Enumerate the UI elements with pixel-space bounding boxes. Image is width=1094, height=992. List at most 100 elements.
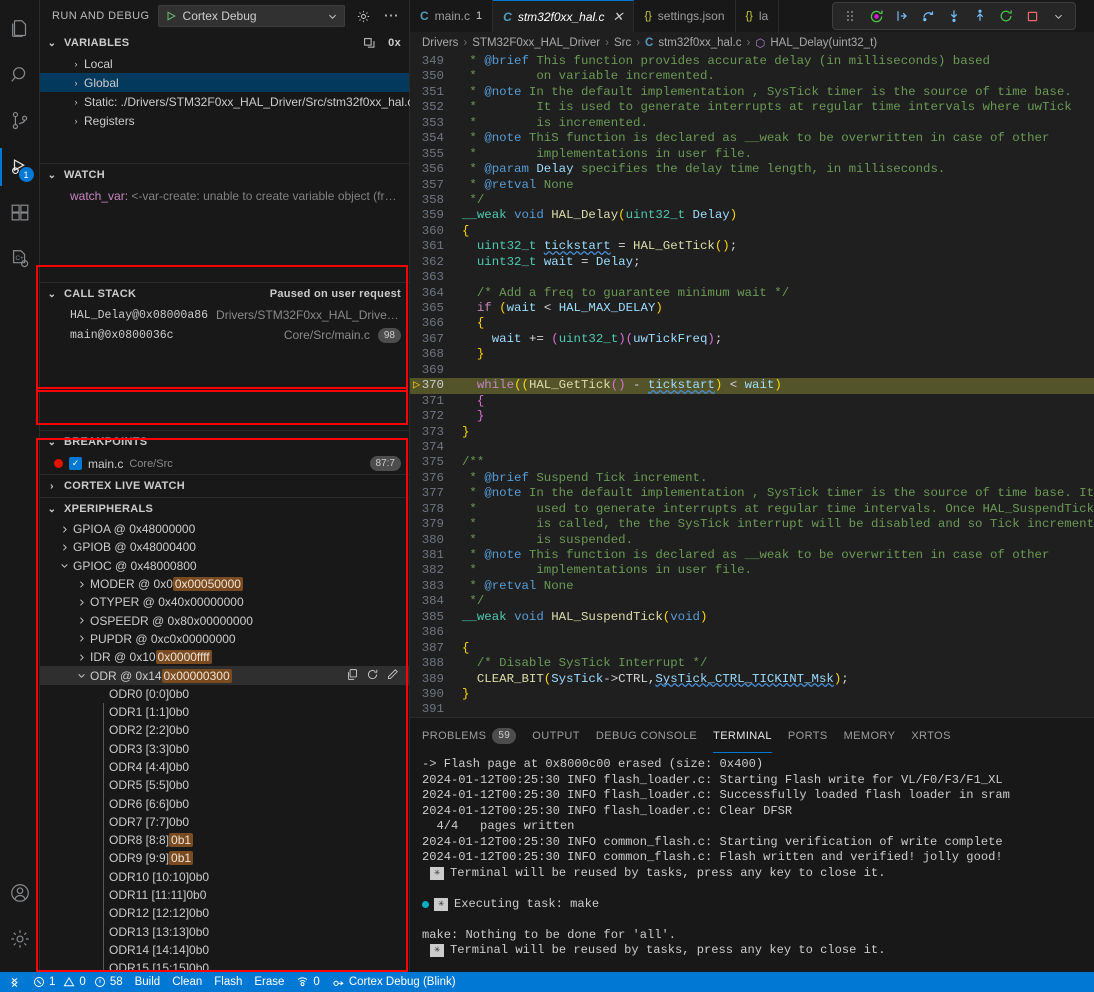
code-line[interactable]: 356 * @param Delay specifies the delay t… [410, 162, 1094, 177]
code-line[interactable]: 363 [410, 270, 1094, 285]
code-line[interactable]: 367 wait += (uint32_t)(uwTickFreq); [410, 332, 1094, 347]
code-editor[interactable]: 349 * @brief This function provides accu… [410, 54, 1094, 717]
status-task-clean[interactable]: Clean [166, 972, 208, 992]
code-line[interactable]: 391 [410, 702, 1094, 717]
code-line[interactable]: 355 * implementations in user file. [410, 147, 1094, 162]
panel-tab-debug-console[interactable]: DEBUG CONSOLE [596, 718, 697, 753]
variables-header[interactable]: ⌄ VARIABLES 0x [40, 32, 409, 54]
code-line[interactable]: 359 __weak void HAL_Delay(uint32_t Delay) [410, 208, 1094, 223]
status-task-build[interactable]: Build [129, 972, 167, 992]
chevron-down-icon[interactable]: ⌄ [44, 289, 60, 300]
peripheral-tree-row[interactable]: GPIOC @ 0x48000800 [40, 557, 409, 575]
code-line[interactable]: 362 uint32_t wait = Delay; [410, 255, 1094, 270]
peripheral-tree-row[interactable]: ODR9 [9:9] 0b1 [40, 849, 409, 867]
run-and-debug-icon[interactable]: 1 [0, 144, 40, 190]
code-line-current[interactable]: ▷ 370 while((HAL_GetTick() - tickstart) <… [410, 378, 1094, 394]
panel-tab-output[interactable]: OUTPUT [532, 718, 580, 753]
chevron-right-icon[interactable]: › [70, 97, 82, 107]
panel-tab-ports[interactable]: PORTS [788, 718, 828, 753]
panel-tab-memory[interactable]: MEMORY [844, 718, 896, 753]
watch-header[interactable]: ⌄ WATCH [40, 164, 409, 186]
watch-item[interactable]: watch_var: <-var-create: unable to creat… [40, 186, 409, 205]
chevron-down-icon[interactable] [58, 561, 70, 570]
peripheral-tree-row[interactable]: ODR3 [3:3] 0b0 [40, 740, 409, 758]
code-line[interactable]: 360 { [410, 224, 1094, 239]
peripheral-tree-row[interactable]: IDR @ 0x10 0x0000ffff [40, 648, 409, 666]
code-line[interactable]: 384 */ [410, 594, 1094, 609]
peripheral-tree-row[interactable]: OSPEEDR @ 0x8 0x00000000 [40, 611, 409, 629]
collapse-all-icon[interactable] [363, 37, 376, 50]
code-line[interactable]: 371 { [410, 394, 1094, 409]
step-over-icon[interactable] [891, 5, 913, 27]
peripheral-tree-row[interactable]: ODR5 [5:5] 0b0 [40, 776, 409, 794]
chevron-right-icon[interactable] [58, 543, 70, 552]
peripheral-tree-row[interactable]: MODER @ 0x0 0x00050000 [40, 575, 409, 593]
problems-status[interactable]: 1 0 58 [27, 972, 129, 992]
call-stack-frame[interactable]: HAL_Delay@0x08000a86 Drivers/STM32F0xx_H… [40, 305, 409, 325]
chevron-down-icon[interactable]: ⌄ [44, 170, 60, 181]
remote-window-icon[interactable] [2, 972, 27, 992]
peripheral-tree-row[interactable]: ODR7 [7:7] 0b0 [40, 813, 409, 831]
copy-icon[interactable] [346, 668, 359, 684]
xperipherals-tree[interactable]: GPIOA @ 0x48000000 GPIOB @ 0x48000400 GPIO… [40, 520, 409, 972]
chevron-right-icon[interactable] [75, 580, 87, 589]
code-line[interactable]: 366 { [410, 316, 1094, 331]
code-line[interactable]: 382 * implementations in user file. [410, 563, 1094, 578]
code-line[interactable]: 375 /** [410, 455, 1094, 470]
launch-config-dropdown[interactable]: Cortex Debug [157, 5, 345, 27]
call-stack-frame[interactable]: main@0x0800036c Core/Src/main.c 98 [40, 325, 409, 345]
peripheral-tree-row[interactable]: ODR2 [2:2] 0b0 [40, 721, 409, 739]
code-line[interactable]: 385 __weak void HAL_SuspendTick(void) [410, 610, 1094, 625]
peripheral-tree-row[interactable]: ODR12 [12:12] 0b0 [40, 904, 409, 922]
code-line[interactable]: 380 * is suspended. [410, 533, 1094, 548]
code-line[interactable]: 349 * @brief This function provides accu… [410, 54, 1094, 69]
step-out-icon[interactable] [969, 5, 991, 27]
chevron-down-icon[interactable] [1047, 5, 1069, 27]
call-stack-header[interactable]: ⌄ CALL STACK Paused on user request [40, 283, 409, 305]
code-line[interactable]: 390} [410, 687, 1094, 702]
panel-tab-problems[interactable]: PROBLEMS 59 [422, 718, 517, 753]
peripheral-tree-row[interactable]: ODR13 [13:13] 0b0 [40, 923, 409, 941]
step-down-icon[interactable] [943, 5, 965, 27]
code-line[interactable]: 387 { [410, 641, 1094, 656]
peripheral-tree-row[interactable]: ODR @ 0x14 0x00000300 [40, 666, 409, 685]
chevron-right-icon[interactable] [75, 616, 87, 625]
code-line[interactable]: 376 * @brief Suspend Tick increment. [410, 471, 1094, 486]
code-line[interactable]: 373} [410, 425, 1094, 440]
code-line[interactable]: 369 [410, 363, 1094, 378]
code-line[interactable]: 353 * is incremented. [410, 116, 1094, 131]
ellipsis-icon[interactable]: ⋯ [381, 6, 401, 26]
chevron-right-icon[interactable]: › [70, 78, 82, 88]
breakpoint-item[interactable]: ✓ main.c Core/Src 87:7 [40, 453, 409, 474]
status-task-erase[interactable]: Erase [248, 972, 290, 992]
chevron-right-icon[interactable] [75, 598, 87, 607]
hex-toggle[interactable]: 0x [388, 37, 401, 49]
peripheral-tree-row[interactable]: ODR15 [15:15] 0b0 [40, 959, 409, 972]
chevron-down-icon[interactable]: ⌄ [44, 38, 60, 49]
peripheral-tree-row[interactable]: ODR11 [11:11] 0b0 [40, 886, 409, 904]
chevron-down-icon[interactable] [75, 671, 87, 680]
code-line[interactable]: 372 } [410, 409, 1094, 424]
variable-scope-global[interactable]: › Global [40, 73, 409, 92]
code-line[interactable]: 358 */ [410, 193, 1094, 208]
chevron-right-icon[interactable]: › [70, 59, 82, 69]
code-line[interactable]: 354 * @note ThiS function is declared as… [410, 131, 1094, 146]
chevron-down-icon[interactable]: ⌄ [44, 437, 60, 448]
stop-icon[interactable] [1021, 5, 1043, 27]
breadcrumb-item[interactable]: HAL_Delay(uint32_t) [770, 37, 877, 49]
account-icon[interactable] [0, 870, 40, 916]
code-line[interactable]: 352 * It is used to generate interrupts … [410, 100, 1094, 115]
source-control-icon[interactable] [0, 98, 40, 144]
code-line[interactable]: 351 * @note In the default implementatio… [410, 85, 1094, 100]
code-line[interactable]: 368 } [410, 347, 1094, 362]
tab-main-c[interactable]: C main.c 1 [410, 0, 494, 32]
peripheral-tree-row[interactable]: ODR14 [14:14] 0b0 [40, 941, 409, 959]
ports-status[interactable]: 0 [290, 972, 325, 992]
peripheral-tree-row[interactable]: PUPDR @ 0xc 0x00000000 [40, 630, 409, 648]
tab-launch-json[interactable]: {} la [735, 0, 780, 32]
extensions-icon[interactable] [0, 190, 40, 236]
tab-stm32f0xx-hal-c[interactable]: C stm32f0xx_hal.c ✕ [493, 0, 635, 32]
terminal-output[interactable]: -> Flash page at 0x8000c00 erased (size:… [410, 753, 1094, 972]
chevron-right-icon[interactable]: › [70, 116, 82, 126]
variable-scope-registers[interactable]: › Registers [40, 111, 409, 130]
